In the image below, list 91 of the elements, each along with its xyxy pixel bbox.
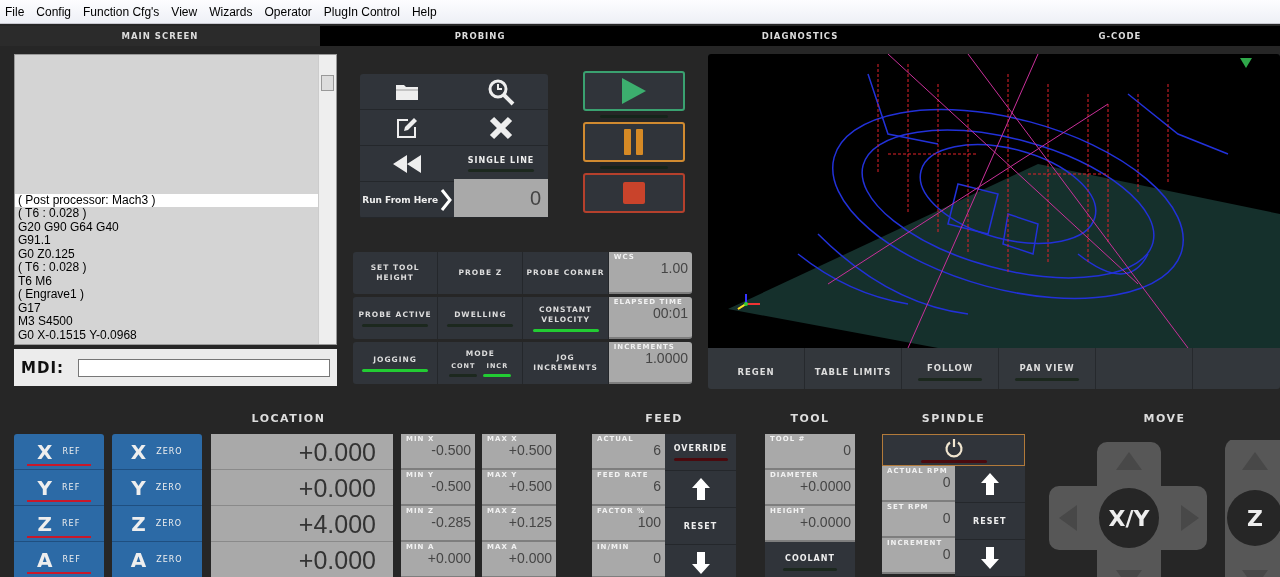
tab[interactable]: G-CODE: [960, 26, 1280, 46]
readout-value: +0.0000: [799, 515, 851, 529]
marker-icon: [1240, 58, 1252, 68]
readout-value: 6: [652, 443, 661, 457]
arrow-down-icon: [691, 552, 710, 574]
view-toggle-button[interactable]: FOLLOW: [902, 348, 999, 389]
section-title: FEED: [644, 412, 684, 427]
zero-axis-button[interactable]: A ZERO: [111, 542, 202, 577]
tab[interactable]: DIAGNOSTICS: [640, 26, 960, 46]
view-button[interactable]: TABLE LIMITS: [805, 348, 902, 389]
tab[interactable]: PROBING: [320, 26, 640, 46]
coolant-button[interactable]: COOLANT: [765, 542, 855, 577]
section-title: TOOL: [789, 412, 831, 427]
arrow-up-icon: [691, 478, 710, 500]
gcode-line[interactable]: ( T6 : 0.028 ): [15, 207, 318, 221]
menu-item[interactable]: Config: [31, 4, 78, 19]
axis-position-readout: +4.000: [210, 506, 394, 542]
view-toggle-button[interactable]: PAN VIEW: [999, 348, 1096, 389]
xy-jog-button[interactable]: X/Y: [1099, 488, 1159, 548]
gcode-line[interactable]: M3 S4500: [15, 315, 318, 329]
axis-position-readout: +0.000: [210, 434, 394, 470]
z-jog-button[interactable]: Z: [1227, 490, 1280, 546]
gcode-line[interactable]: G0 Z0.125: [15, 247, 318, 261]
axis-position-readout: +0.000: [210, 470, 394, 506]
readout-value: 100: [636, 515, 661, 529]
chevron-right-icon: [440, 187, 452, 212]
ref-axis-button[interactable]: A REF: [14, 542, 104, 577]
section-title: MOVE: [1142, 412, 1187, 427]
readout-value: -0.500: [430, 479, 471, 493]
axis-position-readout: +0.000: [210, 542, 394, 577]
readout-value: +0.0000: [799, 479, 851, 493]
menu-item[interactable]: PlugIn Control: [318, 4, 406, 19]
readout-value: 6: [652, 479, 661, 493]
ref-axis-button[interactable]: Y REF: [14, 470, 104, 506]
scrollbar[interactable]: [318, 55, 336, 344]
ref-axis-button[interactable]: X REF: [14, 434, 104, 470]
menu-item[interactable]: File: [0, 4, 31, 19]
zero-axis-button[interactable]: Z ZERO: [111, 506, 202, 542]
readout-value: +0.000: [426, 551, 471, 565]
pause-icon: [624, 129, 644, 155]
view-button[interactable]: REGEN: [708, 348, 805, 389]
zero-axis-button[interactable]: X ZERO: [111, 434, 202, 470]
spindle-power-button[interactable]: [882, 434, 1025, 466]
readout-value: 0: [941, 475, 951, 489]
power-icon: [943, 437, 964, 458]
gcode-line[interactable]: ( Engrave1 ): [15, 288, 318, 302]
menu-item[interactable]: View: [166, 4, 204, 19]
section-title: LOCATION: [250, 412, 327, 427]
cycle-start-button[interactable]: [583, 71, 685, 111]
gcode-line[interactable]: G17: [15, 301, 318, 315]
readout-value: 0: [941, 511, 951, 525]
menu-item[interactable]: Function Cfg's: [78, 4, 166, 19]
rewind-icon: [393, 154, 421, 173]
menu-item[interactable]: Operator: [259, 4, 318, 19]
gcode-line[interactable]: G0 X-0.1515 Y-0.0968: [15, 328, 318, 342]
run-line-field[interactable]: 0: [454, 179, 548, 218]
arrow-down-icon: [980, 547, 999, 569]
gcode-line[interactable]: ( T6 : 0.028 ): [15, 261, 318, 275]
readout-value: -0.285: [430, 515, 471, 529]
play-icon: [622, 78, 646, 104]
readout-value: 0: [652, 551, 661, 565]
mdi-input-field[interactable]: [77, 358, 330, 377]
readout-value: +0.500: [507, 443, 552, 457]
readout-value: 0: [941, 547, 951, 561]
axis-triad-icon: [737, 293, 761, 310]
readout-value: 1.0000: [644, 351, 688, 365]
ref-axis-button[interactable]: Z REF: [14, 506, 104, 542]
gcode-line[interactable]: G20 G90 G64 G40: [15, 220, 318, 234]
menu-item[interactable]: Help: [406, 4, 443, 19]
readout-value: 1.00: [659, 261, 688, 275]
gcode-line[interactable]: G91.1: [15, 234, 318, 248]
arrow-up-icon: [980, 473, 999, 495]
edit-icon: [396, 116, 418, 139]
tab[interactable]: MAIN SCREEN: [0, 26, 320, 46]
readout-value: +0.000: [507, 551, 552, 565]
zero-axis-button[interactable]: Y ZERO: [111, 470, 202, 506]
readout-value: 0: [842, 443, 851, 457]
mdi-label: MDI:: [21, 358, 64, 377]
stop-icon: [623, 182, 645, 204]
menu-item[interactable]: Wizards: [204, 4, 259, 19]
pause-button[interactable]: [583, 122, 685, 162]
close-icon: [489, 115, 513, 140]
folder-icon: [395, 82, 419, 101]
readout-value: 00:01: [651, 306, 688, 320]
gcode-line[interactable]: T6 M6: [15, 274, 318, 288]
section-title: SPINDLE: [920, 412, 987, 427]
search-icon: [487, 77, 515, 106]
stop-button[interactable]: [583, 173, 685, 213]
readout-value: +0.125: [507, 515, 552, 529]
readout-value: -0.500: [430, 443, 471, 457]
readout-value: +0.500: [507, 479, 552, 493]
